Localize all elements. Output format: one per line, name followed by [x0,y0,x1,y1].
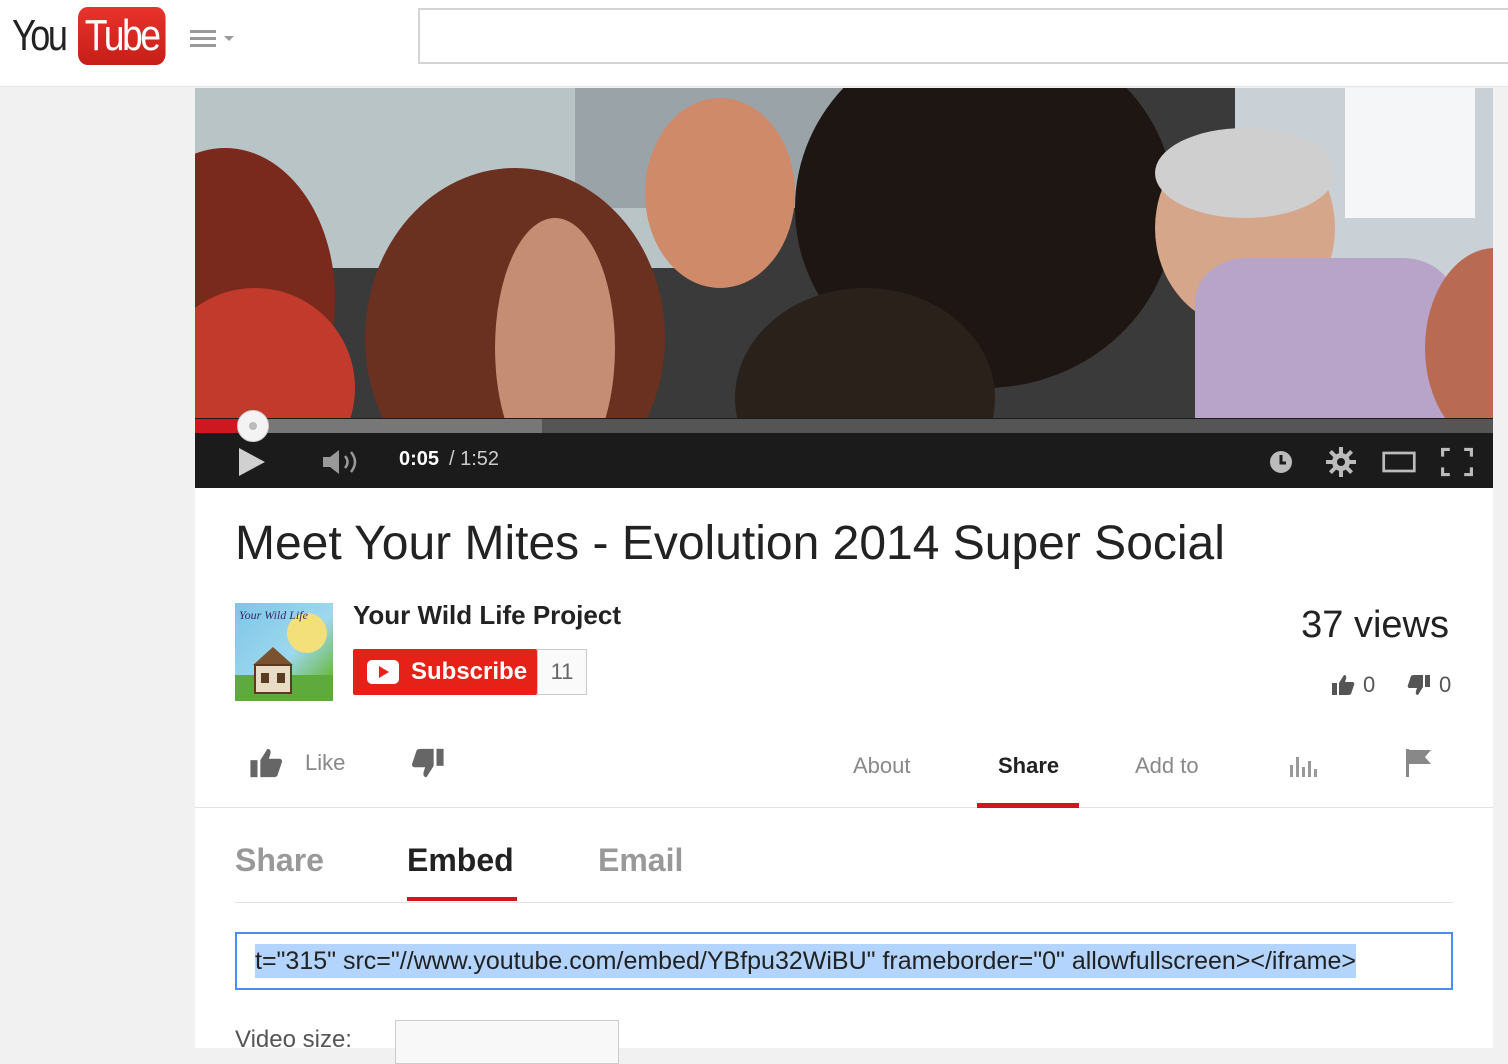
logo-tube-text: Tube [78,7,166,65]
active-tab-indicator [977,803,1079,808]
share-tab-embed[interactable]: Embed [407,842,514,879]
channel-avatar[interactable]: Your Wild Life [235,603,333,701]
subscribe-button[interactable]: Subscribe [353,649,537,695]
avatar-logo-text: Your Wild Life [239,608,309,622]
action-bar: Like About Share Add to [195,723,1493,808]
like-label: Like [305,750,346,775]
watch-panel: 0:05 / 1:52 Meet Your Mites - Evolution … [195,88,1493,1064]
current-time: 0:05 [399,448,440,470]
theater-mode-icon[interactable] [1381,444,1417,480]
subscribe-label: Subscribe [411,658,528,685]
tab-add-to[interactable]: Add to [1135,753,1199,779]
youtube-logo[interactable]: You Tube [12,7,181,65]
watch-later-icon[interactable] [1263,444,1299,480]
logo-you-text: You [12,11,68,60]
guide-menu-button[interactable] [188,24,238,52]
chevron-down-icon [224,36,234,41]
embed-code-field[interactable]: t="315" src="//www.youtube.com/embed/YBf… [235,932,1453,990]
channel-name[interactable]: Your Wild Life Project [353,600,621,631]
like-button[interactable]: Like [249,747,345,779]
tab-share[interactable]: Share [998,753,1059,779]
thumbs-down-icon [1407,675,1430,695]
embed-tab-indicator [407,897,517,901]
progress-bar[interactable] [195,410,1493,442]
hamburger-icon [190,30,216,33]
search-input[interactable] [418,8,1508,64]
thumbs-down-icon [411,748,444,778]
play-icon[interactable] [239,448,265,476]
video-size-label: Video size: [235,1026,352,1053]
share-tab-share[interactable]: Share [235,842,324,879]
fullscreen-icon[interactable] [1439,444,1475,480]
view-count: 37 views [1301,604,1449,646]
masthead: You Tube [0,0,1508,87]
stats-icon[interactable] [1287,751,1319,779]
flag-icon[interactable] [1403,747,1435,779]
share-panel-tabs: Share Embed Email [235,838,1453,903]
embed-code-text: t="315" src="//www.youtube.com/embed/YBf… [255,944,1356,978]
video-title: Meet Your Mites - Evolution 2014 Super S… [235,517,1225,570]
video-size-select[interactable] [395,1020,619,1064]
thumbs-up-icon [1332,675,1355,695]
duration: / 1:52 [449,448,500,470]
dislike-count: 0 [1407,672,1451,698]
gear-icon[interactable] [1323,444,1359,480]
dislike-button[interactable] [411,747,445,784]
like-count: 0 [1331,672,1375,698]
video-frame[interactable] [195,88,1493,418]
subscriber-count: 11 [537,649,587,695]
youtube-play-icon [367,660,399,684]
volume-icon[interactable] [321,448,361,476]
thumbs-up-icon [250,748,283,778]
tab-about[interactable]: About [853,753,911,779]
share-tab-email[interactable]: Email [598,842,683,879]
